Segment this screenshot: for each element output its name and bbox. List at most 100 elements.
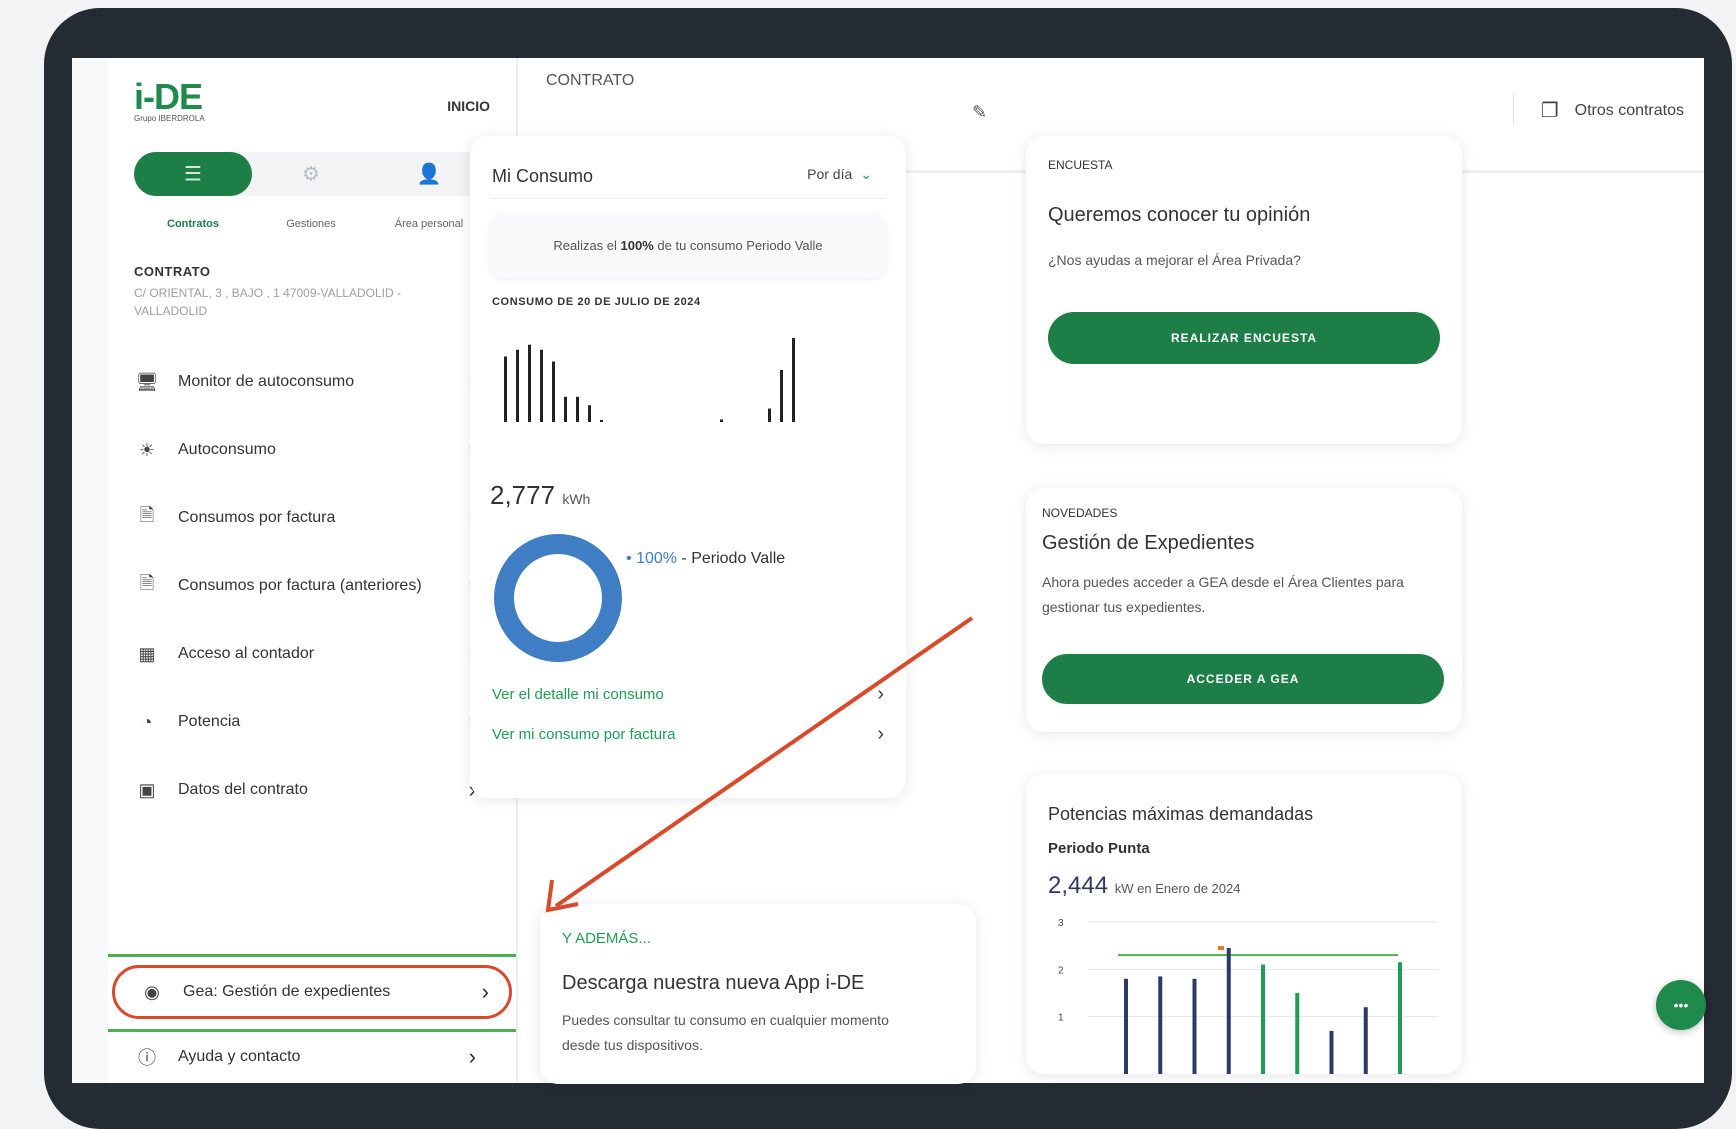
sidebar-item-consumos-factura-anteriores[interactable]: 🗎 Consumos por factura (anteriores) › [134,552,490,620]
sidebar-item-label: Gea: Gestión de expedientes [183,983,391,1000]
power-bar [1363,1007,1368,1074]
sidebar-item-label: Consumos por factura [178,509,336,526]
consumo-card: Mi Consumo Por día ⌄ Realizas el 100% de … [470,136,906,798]
copy-icon: ❐ [1540,100,1559,122]
survey-text: ¿Nos ayudas a mejorar el Área Privada? [1048,252,1301,268]
realizar-encuesta-button[interactable]: REALIZAR ENCUESTA [1048,312,1440,364]
chat-button[interactable]: ••• [1656,980,1706,1030]
tab-contratos[interactable]: ☰ [134,152,252,196]
chevron-right-icon[interactable]: › [877,723,884,746]
sidebar-item-monitor-autoconsumo[interactable]: 🖥 Monitor de autoconsumo › [134,348,490,416]
hourly-bar [720,419,723,422]
max-power-value: 2,444 kW en Enero de 2024 [1048,872,1240,900]
tab-contratos-label[interactable]: Contratos [134,218,252,230]
consumo-total: 2,777 kWh [490,480,590,511]
legend-label: Periodo Valle [691,550,786,567]
promo-title: Descarga nuestra nueva App i-DE [562,972,865,994]
meter-icon: ▦ [138,643,156,664]
note-pre: Realizas el [553,238,621,253]
period-filter-label: Por día [807,166,853,182]
sidebar-item-datos-contrato[interactable]: ▣ Datos del contrato › [134,756,490,824]
hourly-bar [600,420,603,422]
news-text: Ahora puedes acceder a GEA desde el Área… [1042,574,1404,615]
contract-address: C/ ORIENTAL, 3 , BAJO , 1 47009-VALLADOL… [134,286,401,318]
acceder-gea-button[interactable]: ACCEDER A GEA [1042,654,1444,704]
sidebar-item-consumos-factura[interactable]: 🗎 Consumos por factura › [134,484,490,552]
chevron-right-icon: › [468,1044,476,1069]
left-margin [72,58,108,1083]
monitor-icon: 🖥 [135,371,159,392]
sidebar-item-autoconsumo[interactable]: ☀ Autoconsumo › [134,416,490,484]
section-switcher: ☰ ⚙ 👤 [134,152,490,196]
sidebar-menu: 🖥 Monitor de autoconsumo › ☀ Autoconsumo… [134,348,490,824]
sidebar-item-label: Acceso al contador [178,645,315,662]
consumo-date-label: CONSUMO DE 20 DE JULIO DE 2024 [492,296,701,308]
power-bar [1158,976,1163,1074]
promo-tag: Y ADEMÁS... [562,930,651,947]
sidebar-item-label: Potencia [178,713,241,730]
news-card: NOVEDADES Gestión de Expedientes Ahora p… [1026,488,1462,732]
power-bar [1261,964,1265,1074]
gauge-icon: ◔ [141,711,153,732]
other-contracts-label: Otros contratos [1574,101,1684,119]
y-tick-label: 2 [1058,965,1064,976]
sidebar-item-gea[interactable]: ◉ Gea: Gestión de expedientes › [112,965,512,1019]
max-power-title: Potencias máximas demandadas [1048,804,1314,824]
power-bar [1398,962,1402,1074]
news-tag: NOVEDADES [1042,506,1118,520]
max-power-chart: 3 2 1 [1058,918,1438,1074]
period-filter[interactable]: Por día ⌄ [807,166,872,183]
sidebar-item-label: Datos del contrato [178,781,308,798]
contract-heading: CONTRATO [134,264,211,279]
gear-icon: ⚙ [302,163,320,186]
max-power-period: Periodo Punta [1048,840,1150,857]
link-consumo-factura[interactable]: Ver mi consumo por factura [492,726,675,743]
invoice-icon: 🗎 [139,505,155,525]
chevron-right-icon[interactable]: › [877,683,884,706]
hourly-bar [576,396,579,422]
survey-tag: ENCUESTA [1048,158,1113,172]
hourly-bar [504,356,507,422]
period-donut-chart [494,534,622,662]
consumo-total-value: 2,777 [490,480,556,510]
gea-icon: ◉ [144,981,160,1002]
home-link[interactable]: INICIO [447,98,490,114]
tab-gestiones[interactable]: ⚙ [252,152,370,196]
invoice-icon: 🗎 [139,573,155,593]
hourly-bar [588,405,591,422]
survey-title: Queremos conocer tu opinión [1048,204,1311,226]
logo-sub: Grupo IBERDROLA [134,114,205,123]
hourly-bar [768,408,771,422]
power-bar [1329,1030,1334,1074]
sidebar-item-acceso-contador[interactable]: ▦ Acceso al contador › [134,620,490,688]
sidebar-item-ayuda[interactable]: ⓘ Ayuda y contacto › [134,1044,490,1070]
brand-logo[interactable]: i-DE Grupo IBERDROLA [134,76,205,123]
consumo-total-unit: kWh [562,491,591,507]
chevron-down-icon: ⌄ [860,166,872,182]
page-title: CONTRATO [546,72,635,89]
solar-panel-icon: ☀ [138,439,156,460]
link-detalle-consumo[interactable]: Ver el detalle mi consumo [492,686,664,703]
power-bar [1226,948,1231,1074]
hourly-bar [516,349,519,422]
tab-gestiones-label[interactable]: Gestiones [252,218,370,230]
hourly-bar [528,344,531,422]
hourly-bar [552,361,555,422]
sidebar-item-potencia[interactable]: ◔ Potencia › [134,688,490,756]
sidebar-item-label: Monitor de autoconsumo [178,373,355,390]
other-contracts-button[interactable]: ❐ Otros contratos [1541,98,1684,123]
note-post: de tu consumo Periodo Valle [653,238,823,253]
gea-section: ◉ Gea: Gestión de expedientes › [108,954,516,1032]
y-tick-label: 3 [1058,918,1064,929]
survey-card: ENCUESTA Queremos conocer tu opinión ¿No… [1026,136,1462,444]
consumo-note: Realizas el 100% de tu consumo Periodo V… [490,214,886,278]
max-power-number: 2,444 [1048,872,1109,899]
power-bar [1192,978,1197,1074]
edit-icon[interactable]: ✎ [972,102,987,123]
hourly-consumption-chart: 1h6h11h16h21h [504,338,795,422]
sidebar-item-label: Autoconsumo [178,441,276,458]
user-icon: 👤 [416,163,442,186]
donut-slice-periodo-valle [494,534,622,662]
power-bar [1295,993,1300,1074]
app-promo-card: Y ADEMÁS... Descarga nuestra nueva App i… [540,904,976,1084]
